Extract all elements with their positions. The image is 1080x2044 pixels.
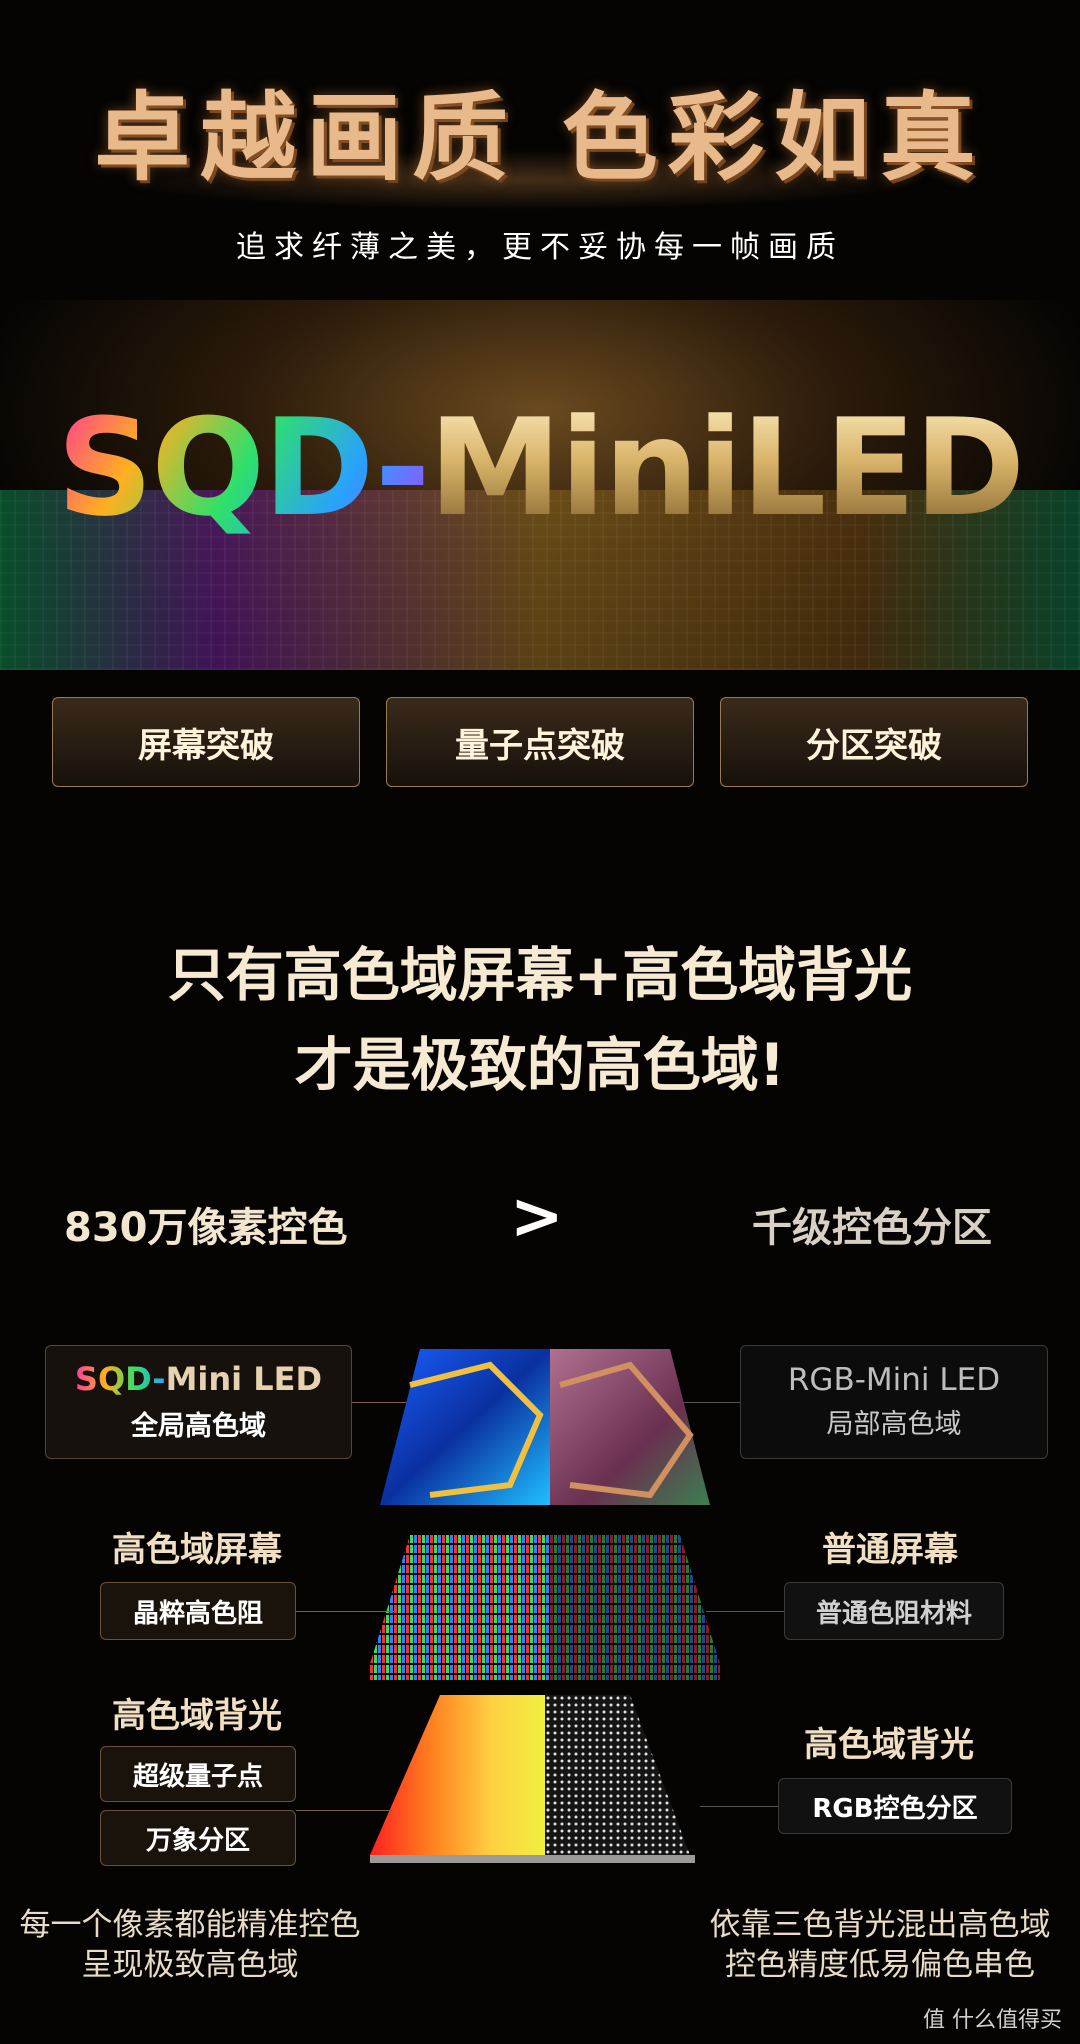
color-filter-layer-right	[550, 1535, 720, 1680]
headline: 卓越画质 色彩如真	[94, 81, 986, 194]
sqd-brand-name: SQD-Mini LED	[46, 1360, 351, 1398]
rgb-backlight-leds	[545, 1695, 690, 1855]
slogan-line-2: 才是极致的高色域!	[294, 1031, 786, 1099]
sqd-brand-colored: SQD-	[74, 1360, 166, 1398]
right-footer-line-2: 控色精度低易偏色串色	[725, 1947, 1035, 1983]
compare-left-label: 830万像素控色	[64, 1205, 348, 1251]
hero-logo: SQD-MiniLED	[0, 390, 1080, 546]
logo-colored-part: SQD-	[56, 390, 431, 546]
left-footer: 每一个像素都能精准控色 呈现极致高色域	[10, 1905, 370, 1985]
right-footer: 依靠三色背光混出高色域 控色精度低易偏色串色	[680, 1905, 1080, 1985]
layer-stack-illustration	[370, 1349, 720, 1863]
subheadline: 追求纤薄之美，更不妥协每一帧画质	[236, 230, 844, 265]
greater-than-symbol: >	[510, 1180, 564, 1254]
tab-zone-breakthrough[interactable]: 分区突破	[720, 697, 1028, 787]
left-footer-line-1: 每一个像素都能精准控色	[19, 1907, 361, 1943]
connector-line	[706, 1611, 784, 1612]
hero-banner: SQD-MiniLED	[0, 300, 1080, 670]
sqd-brand-sub: 全局高色域	[131, 1411, 266, 1442]
right-backlight-title: 高色域背光	[804, 1725, 974, 1765]
left-backlight-chip-2: 万象分区	[100, 1810, 296, 1866]
rgb-brand-sub: 局部高色域	[826, 1409, 962, 1440]
left-footer-line-2: 呈现极致高色域	[81, 1947, 299, 1983]
right-screen-chip: 普通色阻材料	[784, 1582, 1004, 1640]
left-screen-title: 高色域屏幕	[112, 1530, 282, 1570]
tab-screen-breakthrough[interactable]: 屏幕突破	[52, 697, 360, 787]
backlight-base	[370, 1855, 695, 1863]
sqd-brand-rest: Mini LED	[165, 1360, 323, 1398]
right-screen-title: 普通屏幕	[822, 1530, 958, 1570]
logo-gold-part: MiniLED	[428, 390, 1026, 546]
right-footer-line-1: 依靠三色背光混出高色域	[709, 1907, 1051, 1943]
rgb-brand-box: RGB-Mini LED 局部高色域	[740, 1345, 1048, 1459]
left-backlight-chip-1: 超级量子点	[100, 1746, 296, 1802]
feature-tabs: 屏幕突破 量子点突破 分区突破	[52, 697, 1028, 789]
color-filter-layer-left	[370, 1535, 550, 1680]
right-backlight-chip: RGB控色分区	[778, 1778, 1012, 1834]
tab-quantum-dot-breakthrough[interactable]: 量子点突破	[386, 697, 694, 787]
slogan-line-1: 只有高色域屏幕+高色域背光	[167, 941, 913, 1009]
sqd-brand-box: SQD-Mini LED 全局高色域	[45, 1345, 352, 1459]
compare-right-label: 千级控色分区	[752, 1205, 992, 1251]
quantum-dot-backlight	[370, 1695, 545, 1855]
connector-line	[700, 1806, 778, 1807]
watermark: 值 什么值得买	[923, 2008, 1062, 2033]
left-screen-chip: 晶粹高色阻	[100, 1582, 296, 1640]
connector-line	[296, 1810, 392, 1811]
connector-line	[296, 1611, 396, 1612]
left-backlight-title: 高色域背光	[112, 1696, 282, 1736]
rgb-brand-name: RGB-Mini LED	[787, 1362, 1001, 1398]
